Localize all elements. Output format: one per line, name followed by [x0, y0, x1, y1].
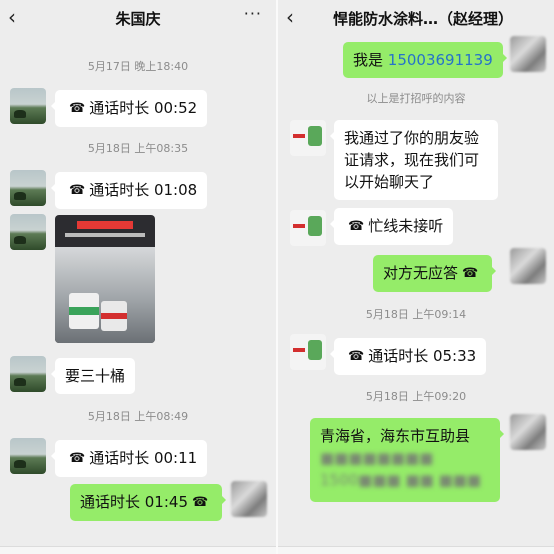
self-avatar[interactable] — [510, 36, 546, 72]
phone-icon: ☎ — [348, 218, 365, 234]
address-text: 青海省，海东市互助县 — [320, 427, 471, 445]
redacted-address-text: ■■■■■■■■ — [320, 449, 434, 467]
phone-icon: ☎ — [462, 265, 479, 281]
call-record-bubble[interactable]: 对方无应答 ☎ — [373, 255, 497, 292]
phone-icon: ☎ — [69, 182, 86, 198]
paint-bucket-image — [101, 301, 127, 331]
more-options-button[interactable]: ··· — [244, 4, 262, 23]
right-chat-pane: ‹ 悍能防水涂料…（赵经理） 我是 15003691139 以上是打招呼的内容 … — [278, 0, 554, 554]
call-record-bubble[interactable]: ☎ 通话时长 00:11 — [50, 440, 208, 477]
call-record-bubble[interactable]: ☎ 通话时长 05:33 — [329, 338, 487, 375]
call-record-bubble[interactable]: 通话时长 01:45 ☎ — [70, 484, 227, 521]
phone-icon: ☎ — [69, 100, 86, 116]
input-bar[interactable] — [278, 546, 554, 554]
phone-icon: ☎ — [348, 348, 365, 364]
call-status-text: 忙线未接听 — [368, 217, 444, 235]
contact-avatar[interactable] — [10, 88, 46, 124]
self-avatar[interactable] — [231, 481, 267, 517]
call-record-bubble[interactable]: ☎ 通话时长 00:52 — [50, 90, 208, 127]
call-duration-text: 通话时长 00:11 — [89, 449, 198, 467]
contact-avatar[interactable] — [290, 120, 326, 156]
address-message-bubble[interactable]: 青海省，海东市互助县 ■■■■■■■■ 1500■■■ ■■ ■■■ — [310, 418, 504, 502]
phone-number-link[interactable]: 15003691139 — [388, 51, 493, 69]
call-status-text: 对方无应答 — [383, 264, 459, 282]
contact-avatar[interactable] — [10, 214, 46, 250]
timestamp: 5月18日 上午08:35 — [87, 142, 189, 155]
greeting-text: 我是 — [353, 51, 388, 69]
redacted-phone-text: 1500■■■ ■■ ■■■ — [320, 471, 482, 489]
contact-avatar[interactable] — [290, 210, 326, 246]
greeting-bubble[interactable]: 我是 15003691139 — [343, 42, 507, 78]
call-duration-text: 通话时长 01:08 — [89, 181, 198, 199]
call-duration-text: 通话时长 00:52 — [89, 99, 198, 117]
phone-icon: ☎ — [192, 494, 209, 510]
phone-icon: ☎ — [69, 450, 86, 466]
product-banner — [77, 221, 133, 229]
chat-header: ‹ 悍能防水涂料…（赵经理） — [278, 0, 554, 38]
self-avatar[interactable] — [510, 414, 546, 450]
contact-avatar[interactable] — [290, 334, 326, 370]
timestamp: 5月18日 上午09:14 — [365, 308, 467, 321]
input-bar[interactable] — [0, 546, 276, 554]
chat-header: ‹ 朱国庆 ··· — [0, 0, 276, 38]
product-image-message[interactable] — [55, 215, 155, 343]
left-chat-pane: ‹ 朱国庆 ··· 5月17日 晚上18:40 ☎ 通话时长 00:52 5月18… — [0, 0, 276, 554]
paint-bucket-image — [69, 293, 99, 329]
system-notice: 以上是打招呼的内容 — [366, 92, 466, 105]
chat-title: 悍能防水涂料…（赵经理） — [332, 10, 513, 28]
call-duration-text: 通话时长 05:33 — [368, 347, 477, 365]
timestamp: 5月18日 上午08:49 — [87, 410, 189, 423]
call-record-bubble[interactable]: ☎ 忙线未接听 — [329, 208, 454, 245]
contact-avatar[interactable] — [10, 170, 46, 206]
text-message-bubble[interactable]: 要三十桶 — [50, 358, 136, 394]
timestamp: 5月18日 上午09:20 — [365, 390, 467, 403]
contact-avatar[interactable] — [10, 356, 46, 392]
call-record-bubble[interactable]: ☎ 通话时长 01:08 — [50, 172, 208, 209]
timestamp: 5月17日 晚上18:40 — [87, 60, 189, 73]
chat-title: 朱国庆 — [115, 10, 161, 28]
self-avatar[interactable] — [510, 248, 546, 284]
call-duration-text: 通话时长 01:45 — [80, 493, 188, 511]
product-subtitle-graphic — [65, 233, 145, 237]
contact-avatar[interactable] — [10, 438, 46, 474]
system-verify-bubble[interactable]: 我通过了你的朋友验证请求，现在我们可以开始聊天了 — [330, 120, 498, 200]
